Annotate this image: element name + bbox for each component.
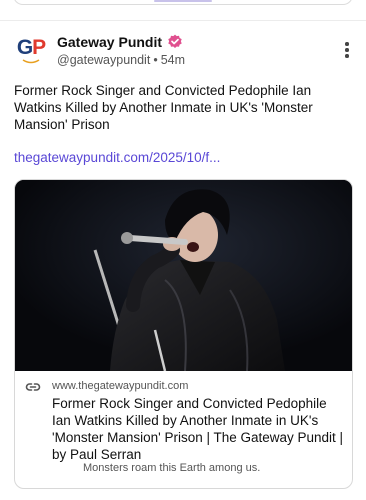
link-icon bbox=[25, 383, 41, 391]
separator: • bbox=[153, 53, 158, 67]
link-card[interactable]: www.thegatewaypundit.com Former Rock Sin… bbox=[14, 179, 353, 489]
post-age: 54m bbox=[160, 53, 186, 67]
link-card-image[interactable] bbox=[15, 180, 352, 371]
more-options-icon[interactable] bbox=[338, 39, 356, 61]
display-name[interactable]: Gateway Pundit bbox=[57, 34, 162, 50]
feed-divider bbox=[0, 20, 366, 21]
avatar[interactable]: GP bbox=[14, 33, 48, 69]
post-text: Former Rock Singer and Convicted Pedophi… bbox=[14, 83, 313, 132]
link-card-domain: www.thegatewaypundit.com bbox=[52, 380, 189, 392]
logo-swoosh-icon bbox=[22, 59, 40, 64]
post-header: GP Gateway Pundit @gatewaypundit • 54m bbox=[14, 33, 356, 71]
handle-row: @gatewaypundit • 54m bbox=[57, 53, 185, 67]
link-card-description: Monsters roam this Earth among us. bbox=[83, 462, 261, 474]
handle[interactable]: @gatewaypundit bbox=[57, 53, 150, 67]
previous-card-accent bbox=[154, 0, 212, 2]
gateway-pundit-logo-icon: GP bbox=[16, 36, 46, 59]
singer-photo bbox=[15, 180, 352, 371]
link-card-body: www.thegatewaypundit.com Former Rock Sin… bbox=[15, 371, 352, 488]
link-card-title[interactable]: Former Rock Singer and Convicted Pedophi… bbox=[52, 395, 344, 463]
name-row: Gateway Pundit bbox=[57, 34, 183, 50]
verified-badge-icon bbox=[168, 34, 182, 48]
post-link[interactable]: thegatewaypundit.com/2025/10/f... bbox=[14, 150, 220, 165]
